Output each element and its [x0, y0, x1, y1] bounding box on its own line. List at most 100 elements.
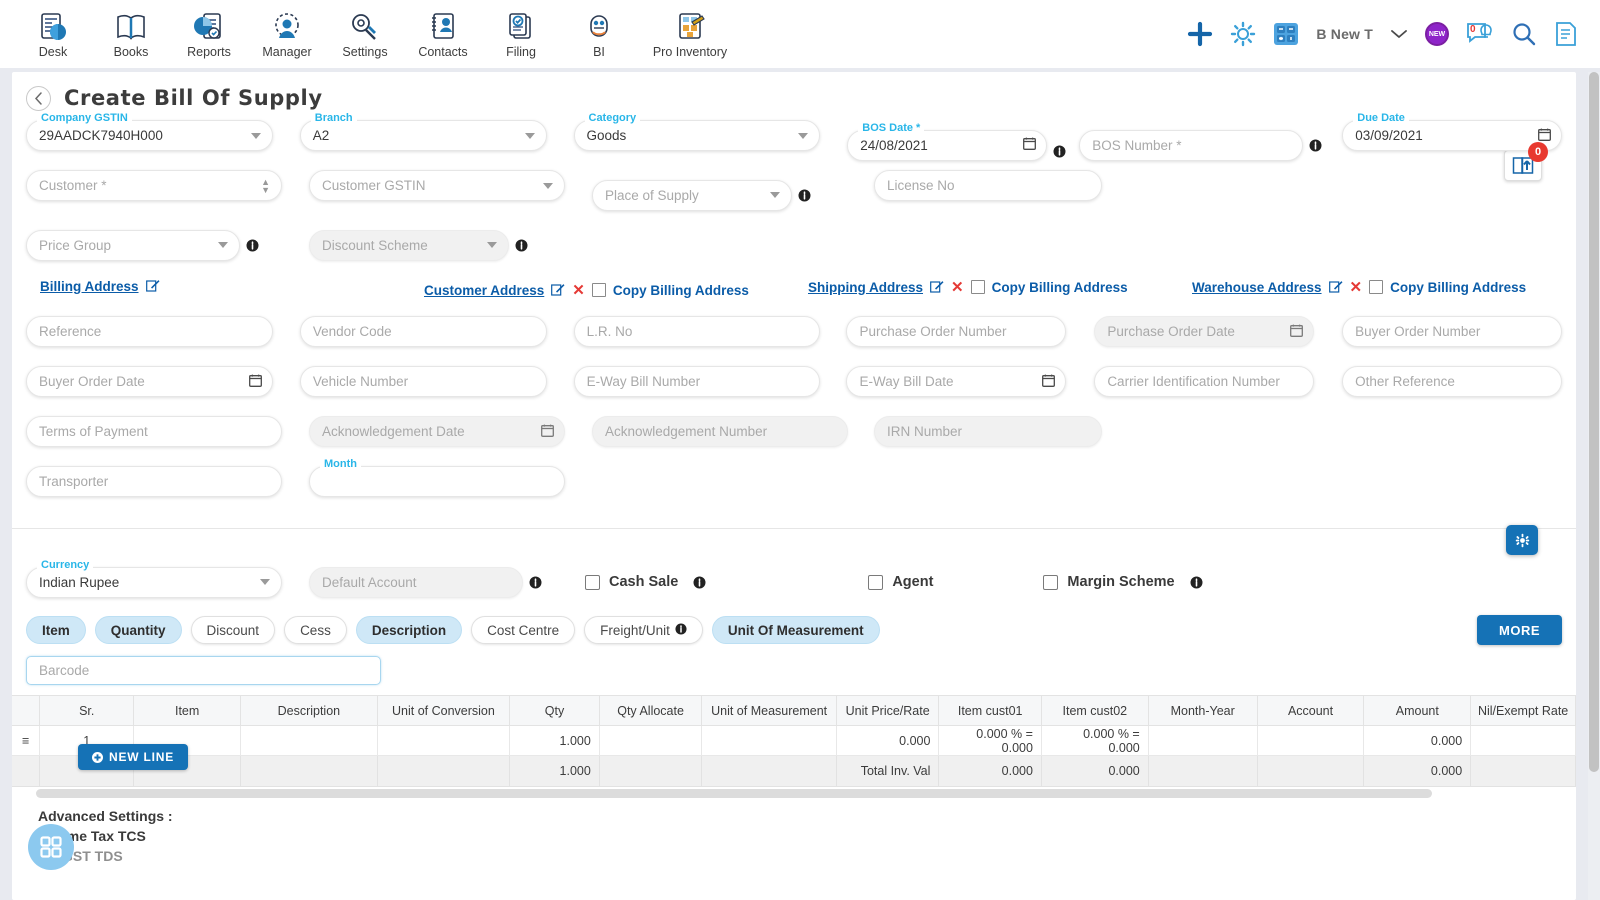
field-reference[interactable]: Reference	[26, 316, 273, 366]
field-currency[interactable]: Currency Indian Rupee	[26, 558, 282, 598]
chip-cess[interactable]: Cess	[284, 616, 347, 644]
field-vehicle-number[interactable]: Vehicle Number	[299, 366, 547, 416]
chip-item[interactable]: Item	[26, 616, 86, 644]
new-line-button[interactable]: NEW LINE	[78, 744, 189, 770]
notifications-icon[interactable]: 0	[1466, 21, 1494, 47]
field-eway-bill-date[interactable]: E-Way Bill Date	[846, 366, 1067, 416]
field-license-no[interactable]: License No	[874, 170, 1102, 220]
search-icon[interactable]	[1511, 21, 1537, 47]
chevron-down-icon[interactable]	[798, 132, 809, 139]
copy-billing-checkbox[interactable]	[1369, 280, 1384, 294]
advanced-gst-tds[interactable]: GST TDS	[38, 848, 1576, 864]
stepper-icon[interactable]: ▲ ▼	[261, 177, 270, 194]
table-cell[interactable]	[599, 725, 703, 756]
delete-icon[interactable]: ✕	[572, 281, 585, 299]
field-buyer-order-number[interactable]: Buyer Order Number	[1342, 316, 1562, 366]
page-scrollbar[interactable]	[1588, 72, 1600, 900]
nav-item-filing[interactable]: Filing	[482, 2, 560, 66]
nav-item-bi[interactable]: BI	[560, 2, 638, 66]
calendar-icon[interactable]	[1042, 374, 1056, 390]
field-category[interactable]: Category Goods	[573, 112, 821, 170]
table-cell[interactable]: 0.000	[836, 725, 940, 756]
nav-item-desk[interactable]: Desk	[14, 2, 92, 66]
info-icon[interactable]	[675, 622, 687, 638]
option-agent[interactable]: Agent	[868, 574, 933, 590]
calendar-icon[interactable]	[248, 374, 262, 390]
field-place-of-supply[interactable]: Place of Supply	[592, 170, 848, 220]
field-buyer-order-date[interactable]: Buyer Order Date	[26, 366, 273, 416]
field-branch[interactable]: Branch A2	[299, 112, 547, 170]
option-cash-sale[interactable]: Cash Sale	[585, 574, 706, 590]
advanced-income-tax-tcs[interactable]: Income Tax TCS	[38, 828, 1576, 844]
horizontal-scrollbar[interactable]	[36, 789, 1432, 798]
field-purchase-order-date[interactable]: Purchase Order Date	[1094, 316, 1315, 366]
table-cell[interactable]	[1257, 725, 1365, 756]
info-icon[interactable]	[798, 189, 811, 202]
table-cell[interactable]: 0.000 % = 0.000	[938, 725, 1042, 756]
scrollbar-thumb[interactable]	[1589, 72, 1599, 772]
field-discount-scheme[interactable]: Discount Scheme	[309, 220, 565, 270]
chevron-down-icon[interactable]	[250, 132, 261, 139]
field-other-reference[interactable]: Other Reference	[1342, 366, 1562, 416]
field-acknowledgement-number[interactable]: Acknowledgement Number	[592, 416, 848, 466]
more-button[interactable]: MORE	[1477, 615, 1562, 645]
info-icon[interactable]	[1190, 576, 1203, 589]
chevron-down-icon[interactable]	[218, 242, 228, 248]
calendar-icon[interactable]	[541, 424, 554, 440]
floating-widget-button[interactable]	[28, 824, 74, 870]
back-button[interactable]	[26, 85, 51, 111]
margin-scheme-checkbox[interactable]	[1043, 574, 1059, 590]
table-cell[interactable]	[1470, 725, 1576, 756]
document-icon[interactable]	[1554, 21, 1578, 47]
copy-billing-checkbox[interactable]	[970, 280, 985, 294]
chevron-down-icon[interactable]	[1390, 28, 1408, 40]
field-irn-number[interactable]: IRN Number	[874, 416, 1102, 466]
edit-icon[interactable]	[1328, 279, 1343, 296]
field-eway-bill-number[interactable]: E-Way Bill Number	[573, 366, 821, 416]
calendar-icon[interactable]	[1538, 128, 1551, 144]
copy-billing-checkbox[interactable]	[591, 283, 606, 297]
grid-settings-button[interactable]	[1506, 525, 1538, 555]
field-customer[interactable]: Customer * ▲ ▼	[26, 170, 282, 220]
chevron-down-icon[interactable]	[770, 192, 780, 198]
table-cell[interactable]: 0.000 % = 0.000	[1041, 725, 1149, 756]
table-cell[interactable]: 0.000	[1363, 725, 1472, 756]
info-icon[interactable]	[1053, 145, 1066, 158]
field-transporter[interactable]: Transporter	[26, 466, 282, 516]
edit-icon[interactable]	[551, 282, 565, 299]
calendar-icon[interactable]	[1290, 324, 1304, 340]
chip-cost-centre[interactable]: Cost Centre	[471, 616, 576, 644]
field-default-account[interactable]: Default Account	[309, 566, 565, 598]
chevron-down-icon[interactable]	[487, 242, 497, 248]
calculator-icon[interactable]	[1273, 22, 1299, 46]
nav-item-books[interactable]: Books	[92, 2, 170, 66]
table-cell[interactable]	[377, 725, 511, 756]
user-label[interactable]: B New T	[1316, 26, 1373, 42]
info-icon[interactable]	[1309, 139, 1322, 152]
chip-description[interactable]: Description	[355, 616, 463, 644]
barcode-input[interactable]: Barcode	[26, 656, 381, 685]
gear-icon[interactable]	[1230, 21, 1256, 47]
delete-icon[interactable]: ✕	[1350, 278, 1363, 296]
chip-quantity[interactable]: Quantity	[94, 616, 182, 644]
cash-sale-checkbox[interactable]	[585, 574, 600, 590]
table-cell[interactable]	[1148, 725, 1258, 756]
field-vendor-code[interactable]: Vendor Code	[299, 316, 547, 366]
agent-checkbox[interactable]	[868, 574, 884, 590]
edit-icon[interactable]	[930, 279, 944, 296]
chip-unit-of-measurement[interactable]: Unit Of Measurement	[711, 616, 880, 644]
warehouse-address-link[interactable]: Warehouse Address	[1192, 280, 1322, 295]
chevron-down-icon[interactable]	[543, 182, 553, 189]
row-drag-handle[interactable]: ≡	[12, 725, 41, 756]
shipping-address-link[interactable]: Shipping Address	[808, 280, 923, 295]
chevron-down-icon[interactable]	[524, 132, 535, 139]
nav-item-manager[interactable]: Manager	[248, 2, 326, 66]
info-icon[interactable]	[693, 576, 706, 589]
field-terms-of-payment[interactable]: Terms of Payment	[26, 416, 282, 466]
table-cell[interactable]: 1.000	[509, 725, 600, 756]
edit-icon[interactable]	[145, 278, 160, 295]
field-company-gstin[interactable]: Company GSTIN 29AADCK7940H000	[26, 112, 273, 170]
info-icon[interactable]	[529, 576, 542, 589]
field-price-group[interactable]: Price Group	[26, 220, 282, 270]
info-icon[interactable]	[246, 239, 259, 252]
